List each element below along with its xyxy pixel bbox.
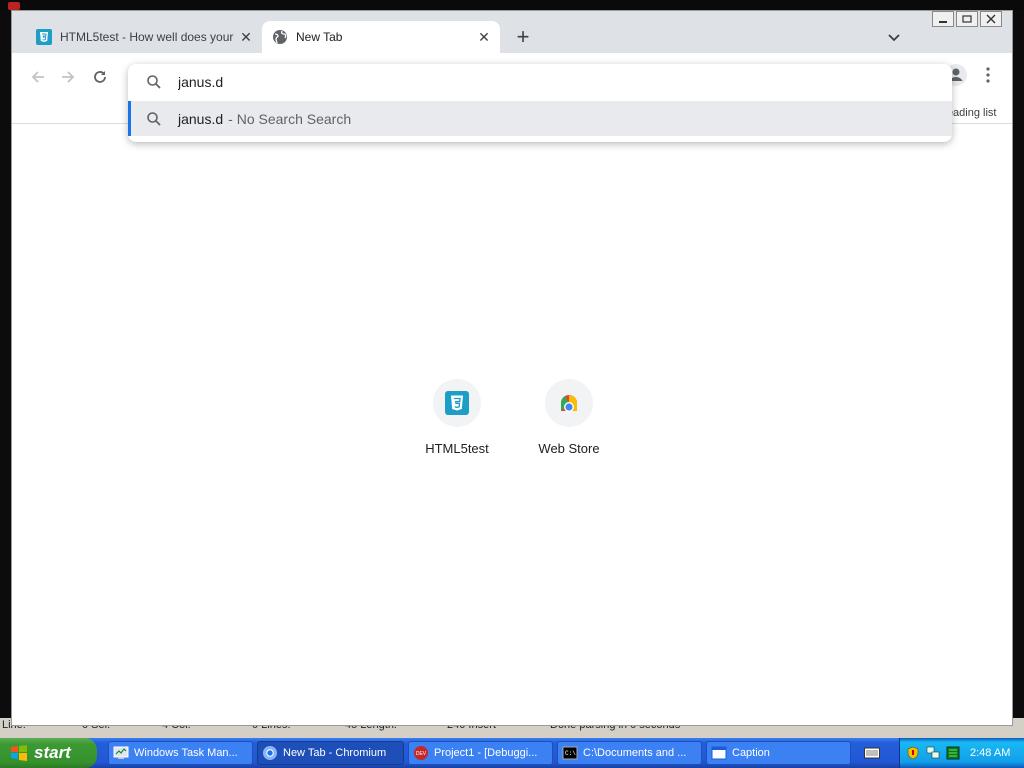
minimize-button[interactable] [932,11,954,27]
svg-text:DEV: DEV [416,751,427,757]
taskbar: start Windows Task Man... New Tab - Chro… [0,738,1024,768]
taskbar-item-caption[interactable]: Caption [706,741,851,765]
shortcut-icon-container [433,379,481,427]
new-tab-page: HTML5test Web Store [12,124,1012,725]
shortcut-label: HTML5test [425,441,489,456]
task-manager-icon [113,746,129,759]
shortcut-label: Web Store [538,441,600,456]
arrow-right-icon [62,71,75,83]
window-controls [932,11,1002,27]
omnibox-suggestion[interactable]: janus.d - No Search Search [128,101,952,136]
back-button[interactable] [24,63,52,91]
taskbar-item-label: Windows Task Man... [134,747,238,759]
keyboard-icon[interactable] [864,746,880,760]
omnibox-input-row [128,64,952,100]
suggestion-detail: - No Search Search [228,110,352,127]
windows-logo-icon [11,745,27,761]
clock[interactable]: 2:48 AM [970,747,1010,759]
cmd-icon: C:\ [562,746,578,760]
start-label: start [34,743,71,762]
monitor-icon[interactable] [946,746,960,760]
security-shield-icon[interactable] [906,746,920,760]
devcpp-icon: DEV [414,746,428,760]
close-icon [986,14,996,24]
close-icon[interactable]: ✕ [238,29,254,45]
background-editor-titlebar [0,0,1024,10]
chevron-down-icon[interactable] [884,27,904,47]
search-icon [147,111,161,126]
menu-button[interactable] [978,61,998,89]
tab-new-tab[interactable]: New Tab ✕ [262,21,500,53]
tab-html5test[interactable]: HTML5test - How well does your bro ✕ [26,21,262,53]
omnibox-dropdown: janus.d - No Search Search [128,64,952,142]
background-window-edge-right [1013,10,1024,722]
forward-button[interactable] [54,63,82,91]
close-icon[interactable]: ✕ [476,29,492,45]
arrow-left-icon [31,71,44,83]
devcpp-icon [8,2,20,10]
network-icon[interactable] [926,746,940,760]
shortcut-web-store[interactable]: Web Store [513,379,625,469]
minimize-icon [939,21,947,23]
svg-text:C:\: C:\ [565,750,576,757]
start-button[interactable]: start [0,738,97,768]
taskbar-item-label: Caption [732,747,770,759]
taskbar-item-chromium[interactable]: New Tab - Chromium [257,741,404,765]
window-icon [711,746,727,760]
tab-title: HTML5test - How well does your bro [60,30,234,44]
taskbar-item-cmd[interactable]: C:\ C:\Documents and ... [557,741,702,765]
reload-icon [94,71,106,83]
taskbar-item-task-manager[interactable]: Windows Task Man... [108,741,253,765]
taskbar-item-project1[interactable]: DEV Project1 - [Debuggi... [408,741,553,765]
chromium-icon [263,746,277,760]
new-tab-button[interactable]: + [510,25,536,51]
shortcut-icon-container [545,379,593,427]
suggestion-text: janus.d [178,110,224,127]
taskbar-item-label: New Tab - Chromium [283,747,387,759]
tab-title: New Tab [296,30,343,44]
html5-icon [445,391,469,415]
taskbar-item-label: Project1 - [Debuggi... [434,747,538,759]
close-window-button[interactable] [980,11,1002,27]
background-window-edge-left [0,10,11,722]
web-store-icon [561,395,577,412]
shortcut-html5test[interactable]: HTML5test [401,379,513,469]
search-icon [147,75,161,89]
address-bar-input[interactable] [178,74,878,90]
system-tray: 2:48 AM [899,738,1024,768]
restore-button[interactable] [956,11,978,27]
html5-icon [36,29,52,45]
taskbar-item-label: C:\Documents and ... [583,747,687,759]
tab-strip: HTML5test - How well does your bro ✕ New… [12,11,1012,53]
chromium-window: HTML5test - How well does your bro ✕ New… [11,10,1013,726]
more-vertical-icon [986,67,990,83]
reload-button[interactable] [86,63,114,91]
globe-icon [273,30,287,44]
restore-icon [962,15,972,23]
